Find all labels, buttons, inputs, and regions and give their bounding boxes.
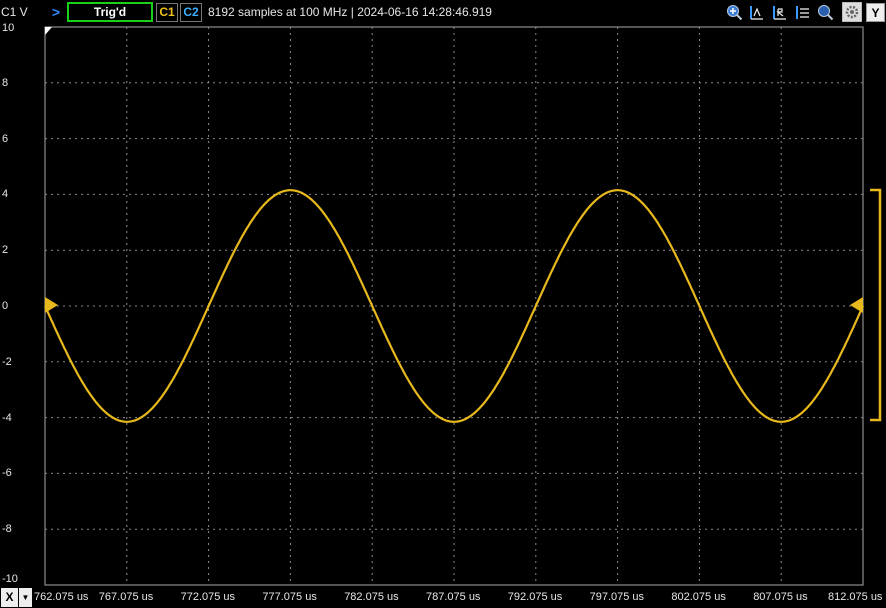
- x-axis-dropdown-icon[interactable]: ▼: [19, 588, 32, 607]
- y-tick-label: 2: [2, 244, 9, 257]
- x-tick-label: 807.075 us: [753, 591, 808, 603]
- y-tick-label: 6: [2, 132, 9, 145]
- y-tick-label: 4: [2, 188, 9, 201]
- x-tick-label: 802.075 us: [671, 591, 726, 603]
- x-tick-label: 812.075 us: [828, 591, 883, 603]
- y-tick-label: -4: [2, 411, 12, 424]
- x-tick-label: 782.075 us: [344, 591, 399, 603]
- y-tick-label: 10: [2, 22, 15, 34]
- x-tick-label: 787.075 us: [426, 591, 481, 603]
- x-axis-button[interactable]: X: [1, 588, 18, 607]
- x-tick-label: 767.075 us: [98, 591, 154, 603]
- x-tick-label: 797.075 us: [589, 591, 645, 603]
- y-tick-label: -6: [2, 467, 12, 480]
- oscilloscope-plot[interactable]: [0, 0, 886, 608]
- x-tick-label: 777.075 us: [262, 591, 317, 603]
- y-tick-label: 8: [2, 76, 9, 89]
- y-tick-label: -10: [2, 573, 18, 585]
- amplitude-bracket: [870, 188, 882, 422]
- x-tick-label: 792.075 us: [507, 591, 563, 603]
- x-tick-label: 772.075 us: [180, 591, 236, 603]
- y-tick-label: 0: [2, 300, 9, 312]
- y-tick-label: -2: [2, 355, 12, 368]
- x-tick-label: 762.075 us: [34, 591, 89, 603]
- y-tick-label: -8: [2, 523, 12, 536]
